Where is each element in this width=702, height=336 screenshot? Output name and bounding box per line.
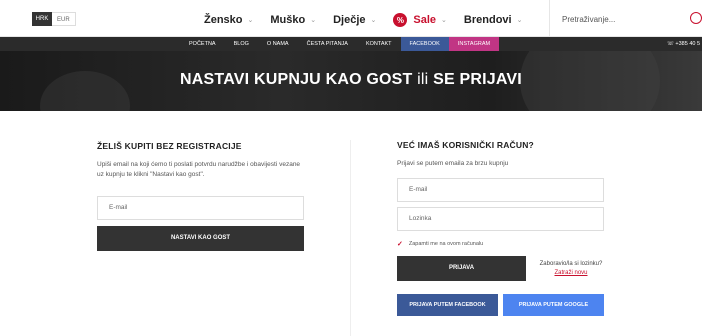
nav-item-label: Sale bbox=[413, 14, 437, 26]
main-nav: Žensko ⌄ Muško ⌄ Dječje ⌄ % Sale ⌄ Brend… bbox=[204, 13, 539, 27]
guest-email-field[interactable]: E-mail bbox=[97, 196, 304, 220]
currency-eur[interactable]: EUR bbox=[52, 12, 76, 26]
guest-title: ŽELIŠ KUPITI BEZ REGISTRACIJE bbox=[97, 141, 242, 151]
checkmark-icon: ✓ bbox=[397, 241, 403, 248]
login-section: VEĆ IMAŠ KORISNIČKI RAČUN? Prijavi se pu… bbox=[397, 140, 607, 316]
chevron-down-icon: ⌄ bbox=[441, 17, 447, 24]
nav-item-brendovi[interactable]: Brendovi ⌄ bbox=[464, 14, 523, 26]
password-field[interactable]: Lozinka bbox=[397, 207, 604, 231]
subnav-item-blog[interactable]: BLOG bbox=[225, 37, 258, 51]
login-facebook-button[interactable]: PRIJAVA PUTEM FACEBOOK bbox=[397, 294, 498, 316]
login-description: Prijavi se putem emaila za brzu kupnju bbox=[397, 160, 509, 167]
column-divider bbox=[350, 140, 351, 336]
search-box[interactable]: Pretraživanje... bbox=[549, 0, 702, 37]
subnav-item-o-nama[interactable]: O NAMA bbox=[258, 37, 298, 51]
hero-banner: NASTAVI KUPNJU KAO GOST ili SE PRIJAVI bbox=[0, 51, 702, 111]
guest-checkout-section: ŽELIŠ KUPITI BEZ REGISTRACIJE Upiši emai… bbox=[97, 141, 307, 251]
login-google-button[interactable]: PRIJAVA PUTEM GOOGLE bbox=[503, 294, 604, 316]
login-email-field[interactable]: E-mail bbox=[397, 178, 604, 202]
remember-me-checkbox[interactable]: ✓ Zapamti me na ovom računalu bbox=[397, 240, 607, 248]
chevron-down-icon: ⌄ bbox=[516, 17, 523, 24]
site-header: HRK EUR Žensko ⌄ Muško ⌄ Dječje ⌄ % Sale… bbox=[0, 0, 702, 37]
remember-me-label: Zapamti me na ovom računalu bbox=[408, 241, 484, 247]
subnav-item-instagram[interactable]: INSTAGRAM bbox=[448, 37, 500, 51]
chevron-down-icon: ⌄ bbox=[247, 17, 254, 24]
subnav-item-facebook[interactable]: FACEBOOK bbox=[400, 37, 449, 51]
subnav-item-pocetna[interactable]: POČETNA bbox=[180, 37, 225, 51]
forgot-password-text: Zaboravio/la si lozinku? bbox=[539, 260, 603, 267]
phone-number[interactable]: ☏ +385 40 5 bbox=[667, 37, 700, 51]
hero-title: NASTAVI KUPNJU KAO GOST ili SE PRIJAVI bbox=[0, 71, 702, 89]
forgot-password: Zaboravio/la si lozinku? Zatraži novu bbox=[536, 260, 606, 278]
search-icon[interactable] bbox=[690, 12, 702, 24]
nav-item-zensko[interactable]: Žensko ⌄ bbox=[204, 14, 253, 26]
chevron-down-icon: ⌄ bbox=[310, 17, 317, 24]
nav-item-label: Dječje bbox=[333, 14, 366, 26]
currency-hrk[interactable]: HRK bbox=[32, 12, 52, 26]
request-new-password-link[interactable]: Zatraži novu bbox=[536, 269, 606, 278]
subnav-item-kontakt[interactable]: KONTAKT bbox=[357, 37, 401, 51]
chevron-down-icon: ⌄ bbox=[370, 17, 377, 24]
hero-title-part2: SE PRIJAVI bbox=[433, 71, 522, 88]
hero-title-part1: NASTAVI KUPNJU KAO GOST bbox=[180, 71, 413, 88]
secondary-nav: POČETNA BLOG O NAMA ČESTA PITANJA KONTAK… bbox=[0, 37, 702, 51]
nav-item-sale[interactable]: % Sale ⌄ bbox=[393, 13, 447, 27]
phone-text: +385 40 5 bbox=[675, 41, 701, 47]
guest-description: Upiši email na koji ćemo ti poslati potv… bbox=[97, 161, 301, 178]
nav-item-musko[interactable]: Muško ⌄ bbox=[270, 14, 316, 26]
nav-item-label: Muško bbox=[270, 14, 306, 26]
currency-switcher: HRK EUR bbox=[32, 12, 76, 26]
login-button[interactable]: PRIJAVA bbox=[397, 256, 526, 281]
nav-item-label: Brendovi bbox=[463, 14, 512, 26]
nav-item-djecje[interactable]: Dječje ⌄ bbox=[333, 14, 376, 26]
login-title: VEĆ IMAŠ KORISNIČKI RAČUN? bbox=[397, 140, 534, 150]
percent-icon: % bbox=[393, 13, 408, 27]
continue-as-guest-button[interactable]: NASTAVI KAO GOST bbox=[97, 226, 304, 251]
search-input[interactable]: Pretraživanje... bbox=[562, 15, 615, 24]
nav-item-label: Žensko bbox=[204, 14, 243, 26]
subnav-item-cesta-pitanja[interactable]: ČESTA PITANJA bbox=[298, 37, 357, 51]
hero-title-ili: ili bbox=[417, 71, 429, 88]
